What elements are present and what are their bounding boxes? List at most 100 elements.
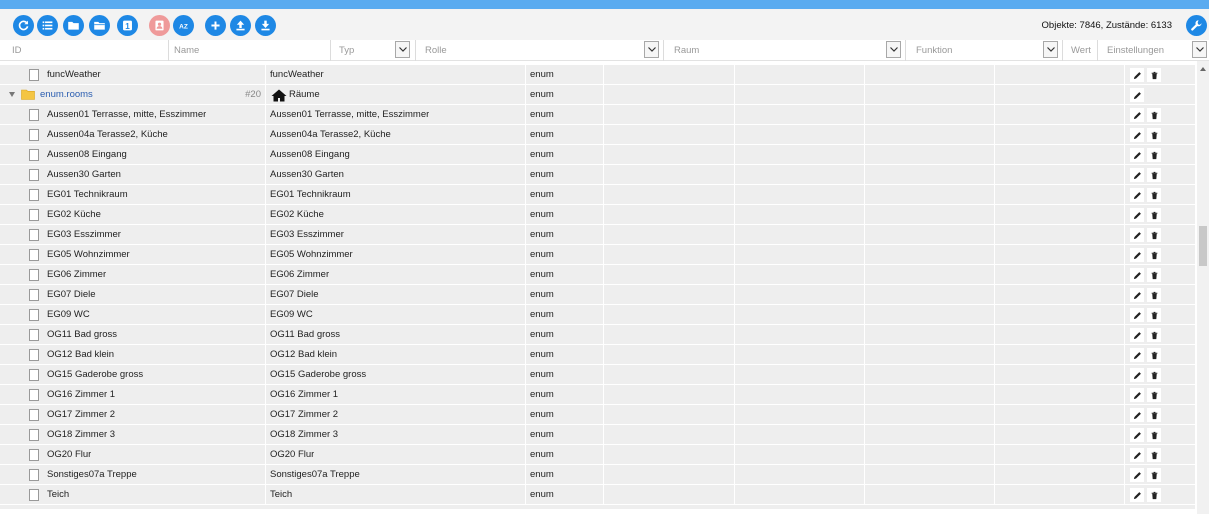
edit-button[interactable] [1130, 468, 1144, 482]
delete-button[interactable] [1147, 468, 1161, 482]
settings-button[interactable] [1186, 15, 1207, 36]
table-row[interactable]: Aussen08 Eingang Aussen08 Eingang enum [0, 145, 1195, 165]
delete-button[interactable] [1147, 348, 1161, 362]
table-row[interactable]: Aussen01 Terrasse, mitte, Esszimmer Ausse… [0, 105, 1195, 125]
edit-button[interactable] [1130, 148, 1144, 162]
edit-button[interactable] [1130, 128, 1144, 142]
delete-button[interactable] [1147, 148, 1161, 162]
edit-button[interactable] [1130, 388, 1144, 402]
tree-folder-row[interactable]: enum.rooms #20 Räume enum [0, 85, 1195, 105]
cell-divider [864, 105, 865, 124]
folder-open-button[interactable] [89, 15, 110, 36]
typ-filter-select[interactable]: Typ [335, 40, 354, 61]
delete-button[interactable] [1147, 268, 1161, 282]
table-row[interactable]: OG11 Bad gross OG11 Bad gross enum [0, 325, 1195, 345]
delete-button[interactable] [1147, 308, 1161, 322]
table-row[interactable]: EG01 Technikraum EG01 Technikraum enum [0, 185, 1195, 205]
edit-button[interactable] [1130, 488, 1144, 502]
edit-button[interactable] [1130, 428, 1144, 442]
table-row[interactable]: EG02 Küche EG02 Küche enum [0, 205, 1195, 225]
one-button[interactable]: 1 [117, 15, 138, 36]
add-button[interactable] [205, 15, 226, 36]
table-row[interactable]: Sonstiges07a Treppe Sonstiges07a Treppe en… [0, 465, 1195, 485]
edit-button[interactable] [1130, 268, 1144, 282]
table-row[interactable]: OG12 Bad klein OG12 Bad klein enum [0, 345, 1195, 365]
raum-filter-select[interactable]: Raum [670, 40, 699, 61]
document-icon [29, 249, 39, 261]
funktion-filter-select[interactable]: Funktion [912, 40, 952, 61]
delete-button[interactable] [1147, 408, 1161, 422]
trash-icon [1150, 471, 1159, 480]
folder-button[interactable] [63, 15, 84, 36]
delete-button[interactable] [1147, 108, 1161, 122]
vertical-scrollbar[interactable] [1197, 61, 1209, 514]
list-view-button[interactable] [37, 15, 58, 36]
table-row[interactable]: Aussen04a Terasse2, Küche Aussen04a Teras… [0, 125, 1195, 145]
trash-icon [1150, 351, 1159, 360]
raum-dropdown[interactable] [886, 41, 901, 58]
table-row[interactable]: funcWeather funcWeather enum [0, 65, 1195, 85]
delete-button[interactable] [1147, 288, 1161, 302]
delete-button[interactable] [1147, 248, 1161, 262]
cell-divider [603, 165, 604, 184]
upload-button[interactable] [230, 15, 251, 36]
collapse-arrow-icon[interactable] [9, 92, 15, 97]
table-row[interactable]: EG06 Zimmer EG06 Zimmer enum [0, 265, 1195, 285]
edit-button[interactable] [1130, 168, 1144, 182]
delete-button[interactable] [1147, 488, 1161, 502]
rolle-filter-select[interactable]: Rolle [421, 40, 447, 61]
typ-dropdown[interactable] [395, 41, 410, 58]
table-row[interactable]: OG20 Flur OG20 Flur enum [0, 445, 1195, 465]
delete-button[interactable] [1147, 228, 1161, 242]
edit-button[interactable] [1130, 68, 1144, 82]
table-row[interactable]: OG18 Zimmer 3 OG18 Zimmer 3 enum [0, 425, 1195, 445]
edit-button[interactable] [1130, 348, 1144, 362]
delete-button[interactable] [1147, 208, 1161, 222]
edit-button[interactable] [1130, 108, 1144, 122]
name-filter-input[interactable]: Name [170, 40, 199, 61]
edit-button[interactable] [1130, 88, 1144, 102]
table-row[interactable]: Aussen30 Garten Aussen30 Garten enum [0, 165, 1195, 185]
id-filter-input[interactable]: ID [8, 40, 22, 61]
user-button[interactable] [149, 15, 170, 36]
scroll-thumb[interactable] [1199, 226, 1207, 266]
edit-button[interactable] [1130, 228, 1144, 242]
table-row[interactable]: OG17 Zimmer 2 OG17 Zimmer 2 enum [0, 405, 1195, 425]
delete-button[interactable] [1147, 68, 1161, 82]
row-id: Aussen30 Garten [47, 169, 121, 180]
table-row[interactable]: EG07 Diele EG07 Diele enum [0, 285, 1195, 305]
delete-button[interactable] [1147, 388, 1161, 402]
delete-button[interactable] [1147, 448, 1161, 462]
row-id: EG01 Technikraum [47, 189, 128, 200]
delete-button[interactable] [1147, 328, 1161, 342]
table-row[interactable]: EG09 WC EG09 WC enum [0, 305, 1195, 325]
sort-az-button[interactable]: AZ [173, 15, 194, 36]
edit-button[interactable] [1130, 408, 1144, 422]
edit-button[interactable] [1130, 328, 1144, 342]
edit-button[interactable] [1130, 208, 1144, 222]
einstellungen-filter-select[interactable]: Einstellungen [1103, 40, 1164, 61]
delete-button[interactable] [1147, 368, 1161, 382]
table-row[interactable] [0, 505, 1195, 510]
table-row[interactable]: Teich Teich enum [0, 485, 1195, 505]
edit-button[interactable] [1130, 308, 1144, 322]
edit-button[interactable] [1130, 188, 1144, 202]
rolle-dropdown[interactable] [644, 41, 659, 58]
table-row[interactable]: OG15 Gaderobe gross OG15 Gaderobe gross en… [0, 365, 1195, 385]
delete-button[interactable] [1147, 188, 1161, 202]
delete-button[interactable] [1147, 428, 1161, 442]
table-row[interactable]: OG16 Zimmer 1 OG16 Zimmer 1 enum [0, 385, 1195, 405]
scroll-up-arrow[interactable] [1200, 67, 1206, 71]
delete-button[interactable] [1147, 168, 1161, 182]
einstellungen-dropdown[interactable] [1192, 41, 1207, 58]
refresh-button[interactable] [13, 15, 34, 36]
edit-button[interactable] [1130, 368, 1144, 382]
download-button[interactable] [255, 15, 276, 36]
table-row[interactable]: EG05 Wohnzimmer EG05 Wohnzimmer enum [0, 245, 1195, 265]
table-row[interactable]: EG03 Esszimmer EG03 Esszimmer enum [0, 225, 1195, 245]
edit-button[interactable] [1130, 448, 1144, 462]
delete-button[interactable] [1147, 128, 1161, 142]
funktion-dropdown[interactable] [1043, 41, 1058, 58]
edit-button[interactable] [1130, 288, 1144, 302]
edit-button[interactable] [1130, 248, 1144, 262]
